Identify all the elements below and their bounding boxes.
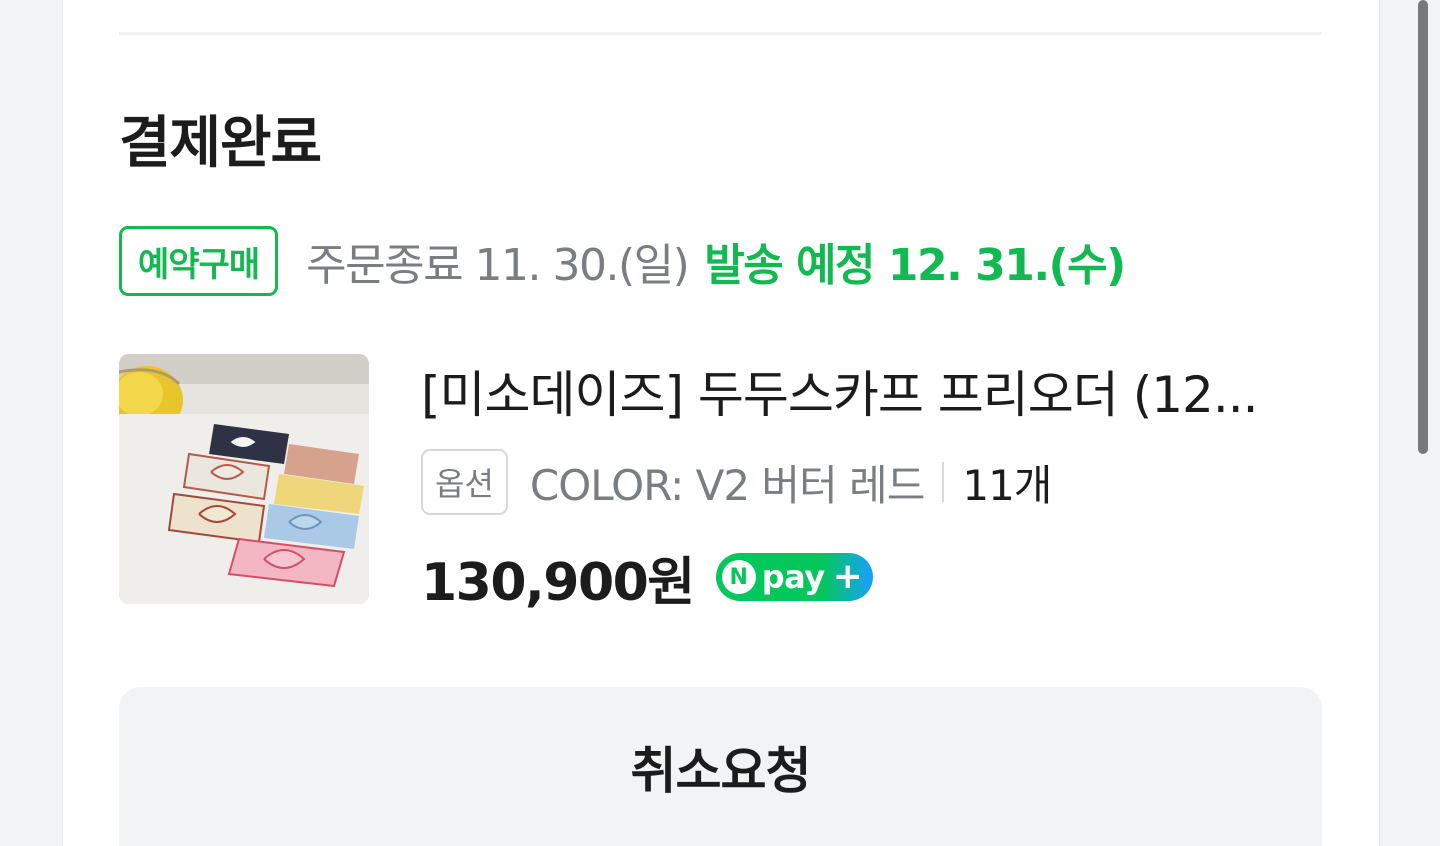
plus-icon: + [832, 556, 863, 597]
npay-text: pay [761, 558, 825, 596]
npay-n-icon: N [721, 560, 756, 594]
option-value: COLOR: V2 버터 레드 [529, 460, 925, 510]
product-option: 옵션 COLOR: V2 버터 레드 11개 [421, 449, 1052, 515]
order-card: 결제완료 예약구매 주문종료 11. 30.(일) 발송 예정 12. 31.(… [62, 0, 1380, 846]
product-price: 130,900원 [421, 552, 695, 613]
product-name[interactable]: [미소데이즈] 두두스카프 프리오더 (12... [421, 362, 1311, 428]
option-separator [942, 462, 945, 502]
cancel-request-button[interactable]: 취소요청 [119, 687, 1322, 846]
order-status-title: 결제완료 [119, 111, 322, 176]
price-row: 130,900원 N pay + [421, 544, 873, 613]
order-end-date: 주문종료 11. 30.(일) [306, 240, 690, 291]
shipping-schedule: 예약구매 주문종료 11. 30.(일) 발송 예정 12. 31.(수) [119, 226, 1126, 296]
npay-plus-badge: N pay + [715, 553, 873, 601]
scrollbar-thumb[interactable] [1418, 0, 1428, 454]
product-photo-illustration [119, 354, 369, 604]
ship-plan-date: 발송 예정 12. 31.(수) [704, 240, 1126, 291]
section-divider [119, 32, 1322, 35]
product-image[interactable] [119, 354, 369, 604]
preorder-badge: 예약구매 [119, 226, 279, 296]
option-quantity: 11개 [962, 460, 1052, 510]
option-badge: 옵션 [421, 449, 508, 515]
